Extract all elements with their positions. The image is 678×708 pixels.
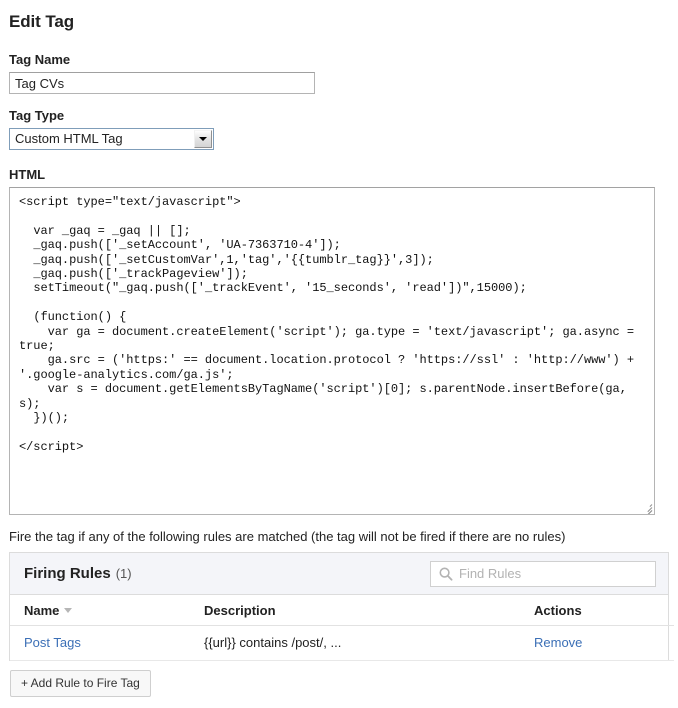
remove-rule-link[interactable]: Remove xyxy=(534,635,582,650)
column-header-description[interactable]: Description xyxy=(204,595,534,626)
edit-tag-page: Edit Tag Tag Name Tag Type Custom HTML T… xyxy=(0,0,678,697)
sort-descending-icon xyxy=(64,608,73,613)
table-header-row: Name Description Actions xyxy=(10,595,674,626)
tag-name-input[interactable] xyxy=(9,72,315,94)
rule-actions-cell: Remove xyxy=(534,625,674,661)
html-label: HTML xyxy=(9,167,46,182)
rule-name-cell: Post Tags xyxy=(10,625,204,661)
tag-type-selected-value: Custom HTML Tag xyxy=(15,131,123,146)
tag-name-field-group: Tag Name xyxy=(9,52,669,94)
firing-rules-panel-header: Firing Rules (1) xyxy=(10,553,668,595)
column-header-name-label: Name xyxy=(24,603,60,618)
firing-rules-count: (1) xyxy=(115,566,132,581)
firing-rules-table-head: Name Description Actions xyxy=(10,595,674,626)
resize-handle-icon[interactable] xyxy=(641,501,653,514)
tag-name-label: Tag Name xyxy=(9,52,71,67)
tag-type-label: Tag Type xyxy=(9,108,65,123)
page-title: Edit Tag xyxy=(9,12,74,31)
html-textarea[interactable]: <script type="text/javascript"> var _gaq… xyxy=(9,187,655,515)
firing-rules-title: Firing Rules xyxy=(24,565,111,582)
add-rule-to-fire-tag-button[interactable]: + Add Rule to Fire Tag xyxy=(10,670,151,697)
find-rules-search-box[interactable] xyxy=(430,560,656,587)
firing-rules-table: Name Description Actions Post Tags {{url… xyxy=(10,595,674,661)
caret-down-glyph xyxy=(199,137,207,141)
firing-rules-table-body: Post Tags {{url}} contains /post/, ... R… xyxy=(10,625,674,661)
tag-type-field-group: Tag Type Custom HTML Tag xyxy=(9,108,669,153)
find-rules-input[interactable] xyxy=(459,566,639,581)
tag-type-select[interactable]: Custom HTML Tag xyxy=(9,128,214,150)
rule-name-link[interactable]: Post Tags xyxy=(24,635,81,650)
firing-rules-caption: Fire the tag if any of the following rul… xyxy=(9,529,566,544)
search-icon xyxy=(439,566,453,581)
chevron-down-icon[interactable] xyxy=(194,130,212,148)
firing-rules-panel: Firing Rules (1) Name Description Action… xyxy=(9,552,674,661)
html-textarea-content: <script type="text/javascript"> var _gaq… xyxy=(19,195,635,454)
rule-description-cell: {{url}} contains /post/, ... xyxy=(204,625,534,661)
column-header-actions: Actions xyxy=(534,595,674,626)
table-row: Post Tags {{url}} contains /post/, ... R… xyxy=(10,625,674,661)
column-header-name[interactable]: Name xyxy=(10,595,204,626)
html-field-group: HTML <script type="text/javascript"> var… xyxy=(9,167,669,515)
